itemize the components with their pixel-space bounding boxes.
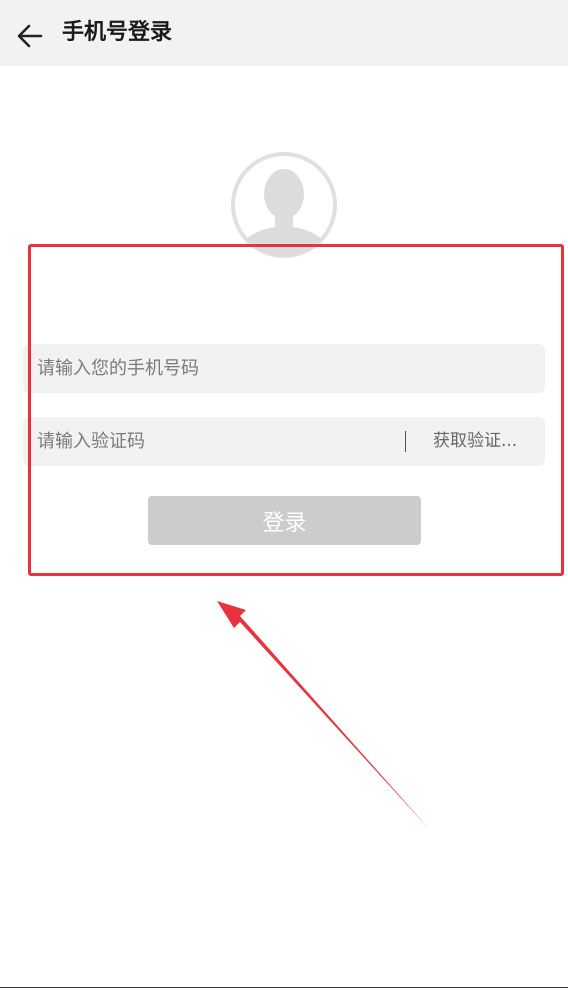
get-code-button[interactable]: 获取验证... <box>433 417 543 466</box>
page-title: 手机号登录 <box>62 20 173 45</box>
code-divider <box>405 431 406 452</box>
login-button[interactable]: 登录 <box>148 496 421 545</box>
default-avatar-icon <box>231 152 337 258</box>
arrow-left-icon <box>17 24 43 48</box>
phone-field <box>23 344 545 393</box>
avatar <box>229 150 339 260</box>
verification-code-input[interactable] <box>23 417 393 466</box>
code-field: 获取验证... <box>23 417 545 466</box>
bottom-divider <box>0 987 568 988</box>
annotation-arrow <box>217 601 430 830</box>
back-button[interactable] <box>10 16 50 56</box>
phone-input[interactable] <box>23 344 545 393</box>
app-header: 手机号登录 <box>0 0 568 66</box>
